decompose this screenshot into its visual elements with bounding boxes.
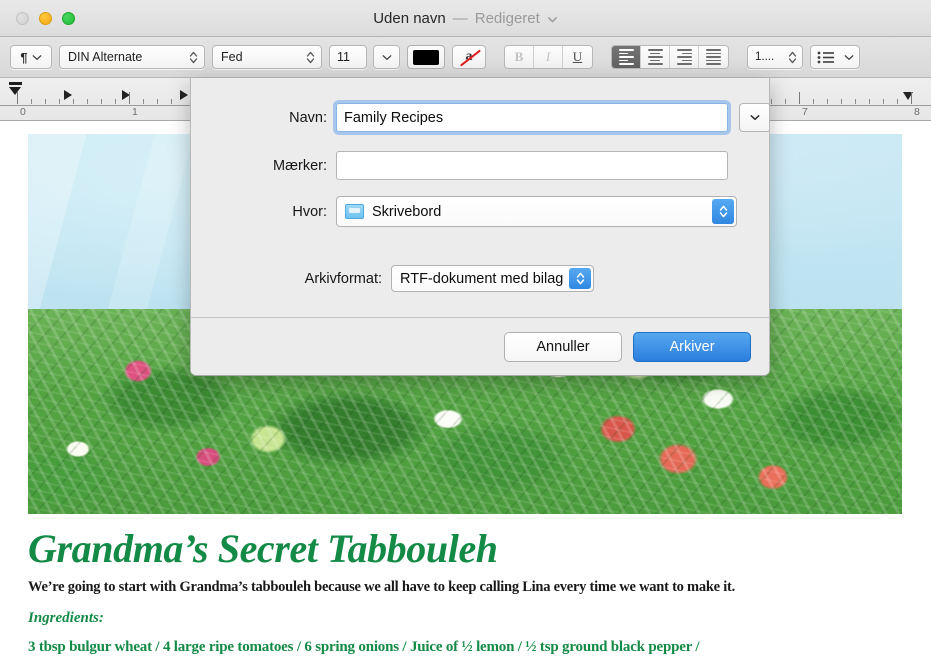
font-size-dropdown-button[interactable] [373, 45, 400, 69]
align-right-button[interactable] [670, 46, 699, 68]
format-chevron-up-down-icon [569, 268, 592, 289]
window-title-bar: Uden navn — Redigeret [0, 0, 931, 37]
chevron-up-down-icon [788, 51, 797, 63]
font-size-input[interactable]: 11 [329, 45, 367, 69]
bold-label: B [514, 49, 524, 64]
textedit-window: Uden navn — Redigeret ¶ DIN Alternate Fe… [0, 0, 931, 657]
align-left-button[interactable] [612, 46, 641, 68]
chevron-down-icon [844, 54, 854, 60]
underline-button[interactable]: U [563, 46, 592, 68]
align-center-icon [647, 49, 663, 65]
align-center-button[interactable] [641, 46, 670, 68]
ruler-number-0: 0 [20, 106, 26, 118]
tab-stop-marker[interactable] [180, 90, 188, 100]
align-right-icon [676, 49, 692, 65]
font-style-select[interactable]: Fed [212, 45, 322, 69]
ruler-number-8: 8 [914, 106, 920, 118]
chevron-up-down-icon [306, 51, 315, 63]
tab-stop-marker[interactable] [64, 90, 72, 100]
file-format-value: RTF-dokument med bilag [400, 270, 564, 287]
pilcrow-icon: ¶ [20, 49, 28, 65]
align-justify-icon [706, 49, 721, 65]
underline-label: U [572, 49, 583, 64]
insert-list-button[interactable] [810, 45, 860, 69]
ruler-number-1: 1 [132, 106, 138, 118]
minimize-button[interactable] [39, 12, 52, 25]
list-style-select[interactable]: 1.... [747, 45, 803, 69]
bold-button[interactable]: B [505, 46, 534, 68]
title-separator: — [452, 10, 468, 27]
folder-icon [345, 204, 364, 219]
bulleted-list-icon [817, 51, 834, 63]
document-title: Uden navn [373, 10, 446, 27]
font-family-value: DIN Alternate [68, 50, 143, 64]
ingredients-heading: Ingredients: [28, 610, 104, 626]
document-headline: Grandma’s Secret Tabbouleh [28, 526, 498, 571]
where-row: Hvor: Skrivebord [191, 196, 769, 227]
italic-label: I [545, 49, 551, 64]
where-location-select[interactable]: Skrivebord [336, 196, 737, 227]
font-style-value: Fed [221, 50, 243, 64]
tags-label: Mærker: [273, 157, 327, 174]
ruler-number-7: 7 [802, 106, 808, 118]
text-alignment-group [611, 45, 729, 69]
where-chevron-up-down-icon [712, 199, 734, 224]
save-button-label: Arkiver [669, 339, 715, 355]
chevron-down-icon [32, 54, 41, 60]
cancel-button-label: Annuller [536, 339, 590, 355]
file-format-select[interactable]: RTF-dokument med bilag [391, 265, 595, 292]
window-title-group: Uden navn — Redigeret [0, 0, 931, 37]
chevron-up-down-icon [189, 51, 198, 63]
text-color-swatch [413, 49, 439, 65]
indent-triangle-icon [9, 87, 21, 95]
align-left-icon [618, 49, 634, 65]
list-style-value: 1.... [755, 51, 775, 63]
save-dialog-sheet: Navn: Family Recipes Mærker: Hvor: Skriv… [190, 78, 770, 376]
where-value: Skrivebord [372, 203, 442, 220]
font-size-value: 11 [337, 50, 350, 64]
file-format-row: Arkivformat: RTF-dokument med bilag [191, 265, 769, 292]
zoom-button[interactable] [62, 12, 75, 25]
paragraph-style-button[interactable]: ¶ [10, 45, 52, 69]
text-style-group: B I U [504, 45, 593, 69]
name-label: Navn: [289, 109, 327, 126]
chevron-down-icon [750, 115, 760, 121]
save-button[interactable]: Arkiver [633, 332, 751, 362]
first-line-indent-marker[interactable] [9, 82, 22, 95]
font-family-select[interactable]: DIN Alternate [59, 45, 205, 69]
where-label: Hvor: [292, 203, 327, 220]
name-row: Navn: Family Recipes [191, 103, 769, 132]
tags-input[interactable] [336, 151, 728, 180]
document-edited-state: Redigeret [474, 10, 540, 27]
formatting-toolbar: ¶ DIN Alternate Fed 11 B I U 1.... [0, 37, 931, 78]
cancel-button[interactable]: Annuller [504, 332, 622, 362]
document-paragraph: We’re going to start with Grandma’s tabb… [28, 579, 735, 595]
indent-bar-icon [9, 82, 22, 85]
sheet-footer: Annuller Arkiver [191, 318, 769, 375]
text-color-well[interactable] [407, 45, 445, 69]
chevron-down-icon [382, 54, 391, 60]
file-format-label: Arkivformat: [304, 270, 382, 287]
align-justify-button[interactable] [699, 46, 728, 68]
tags-row: Mærker: [191, 151, 769, 180]
italic-button[interactable]: I [534, 46, 563, 68]
close-button[interactable] [16, 12, 29, 25]
ingredients-list-line: 3 tbsp bulgur wheat / 4 large ripe tomat… [28, 639, 700, 655]
title-chevron-down-icon[interactable] [547, 14, 558, 25]
recent-names-dropdown-button[interactable] [739, 103, 769, 132]
name-input[interactable]: Family Recipes [336, 103, 728, 132]
clear-formatting-button[interactable]: a [452, 45, 486, 69]
name-input-value: Family Recipes [344, 109, 444, 126]
